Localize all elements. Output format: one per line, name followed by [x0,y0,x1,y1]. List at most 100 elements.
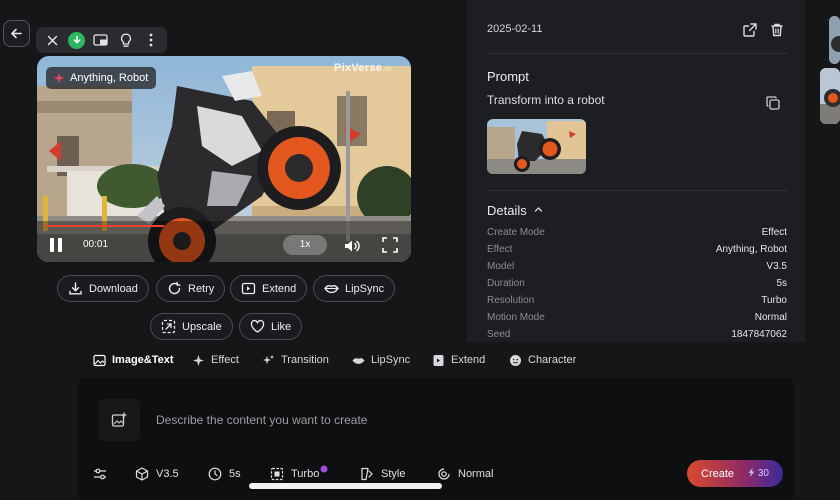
create-button[interactable]: Create 30 [687,460,783,487]
download-quick-button[interactable] [67,30,87,50]
prompt-input[interactable] [156,412,716,428]
clock-icon [208,467,222,481]
home-indicator[interactable] [249,483,442,489]
retry-label: Retry [188,282,215,295]
details-heading[interactable]: Details [487,203,543,218]
like-label: Like [271,320,292,333]
detail-label-motion-mode: Motion Mode [487,312,545,323]
detail-label-effect: Effect [487,244,513,255]
back-button[interactable] [3,20,30,47]
chevron-up-icon [535,207,543,212]
creation-date: 2025-02-11 [487,23,543,35]
image-upload-button[interactable] [98,399,140,441]
tab-effect[interactable]: Effect [192,352,239,368]
share-button[interactable] [742,22,758,38]
retry-button[interactable]: Retry [156,275,226,302]
lips-icon [352,357,365,364]
style-selector[interactable]: Style [360,466,405,482]
detail-value-motion-mode: Normal [754,312,787,323]
tab-image-and-text[interactable]: Image&Text [93,352,174,368]
style-icon [361,467,373,481]
more-button[interactable] [141,30,161,50]
tab-extend[interactable]: Extend [432,352,485,368]
divider [486,190,788,191]
download-label: Download [89,282,138,295]
tab-label: Character [528,354,577,366]
close-icon [47,35,58,45]
motion-value: Normal [458,468,494,480]
divider [486,53,788,54]
video-toolbar [36,27,167,53]
upscale-button[interactable]: Upscale [150,313,233,340]
tab-label: Image&Text [112,354,174,366]
tab-transition[interactable]: Transition [262,352,329,368]
create-label: Create [701,467,735,480]
retry-icon [168,281,181,295]
pause-button[interactable] [48,236,64,254]
settings-button[interactable] [93,466,107,482]
share-icon [743,23,757,37]
tab-character[interactable]: Character [509,352,576,368]
transition-icon [263,354,274,364]
lipsync-button[interactable]: LipSync [313,275,396,302]
download-button[interactable]: Download [57,275,149,302]
detail-value-duration: 5s [776,278,787,289]
heart-icon [250,319,265,333]
tab-label: LipSync [371,354,411,366]
detail-value-create-mode: Effect [761,227,787,238]
extend-label: Extend [262,282,297,295]
detail-label-seed: Seed [487,329,511,340]
tab-label: Effect [211,354,239,366]
sparkle-icon [193,354,204,366]
model-selector[interactable]: V3.5 [135,466,179,482]
copy-icon [766,96,780,110]
watermark: PixVerse.ai [334,62,392,74]
playback-speed-button[interactable]: 1x [283,235,327,255]
tab-lipsync[interactable]: LipSync [352,352,410,368]
extend-button[interactable]: Extend [230,275,308,302]
sparkle-icon [53,72,65,84]
resolution-icon [270,467,284,481]
watermark-text: PixVerse [334,62,383,74]
lipsync-label: LipSync [345,282,385,295]
fullscreen-button[interactable] [381,236,399,254]
upscale-icon [161,319,176,334]
motion-selector[interactable]: Normal [437,466,493,482]
duration-selector[interactable]: 5s [208,466,241,482]
prompt-text: Transform into a robot [487,93,605,107]
source-image-thumbnail[interactable] [487,119,586,174]
detail-value-model: V3.5 [766,261,787,272]
prompt-heading: Prompt [487,69,529,84]
history-thumbnail[interactable] [820,68,840,124]
close-button[interactable] [42,30,62,50]
prompt-composer [78,378,794,500]
image-icon [93,354,106,366]
detail-label-model: Model [487,261,515,272]
credit-cost-value: 30 [757,468,769,479]
watermark-suffix: .ai [382,64,392,73]
volume-button[interactable] [343,237,361,255]
quality-selector[interactable]: Turbo [270,465,328,482]
delete-button[interactable] [769,22,785,38]
like-button[interactable]: Like [239,313,303,340]
download-circle-icon [68,31,86,49]
detail-label-create-mode: Create Mode [487,227,545,238]
credit-cost: 30 [748,468,769,479]
detail-label-resolution: Resolution [487,295,535,306]
arrow-left-icon [11,28,22,39]
picture-in-picture-button[interactable] [91,30,111,50]
style-value: Style [381,468,406,480]
cube-icon [135,467,149,481]
premium-badge-icon [320,465,328,473]
idea-button[interactable] [116,30,136,50]
history-thumbnail[interactable] [829,16,840,64]
history-thumbnail-image [829,16,840,64]
video-progress-bar[interactable] [45,225,164,227]
copy-prompt-button[interactable] [765,95,781,111]
more-vertical-icon [149,33,153,47]
detail-label-duration: Duration [487,278,525,289]
character-icon [510,354,521,366]
add-image-icon [111,412,127,427]
extend-icon [241,282,256,295]
detail-value-effect: Anything, Robot [715,244,787,255]
